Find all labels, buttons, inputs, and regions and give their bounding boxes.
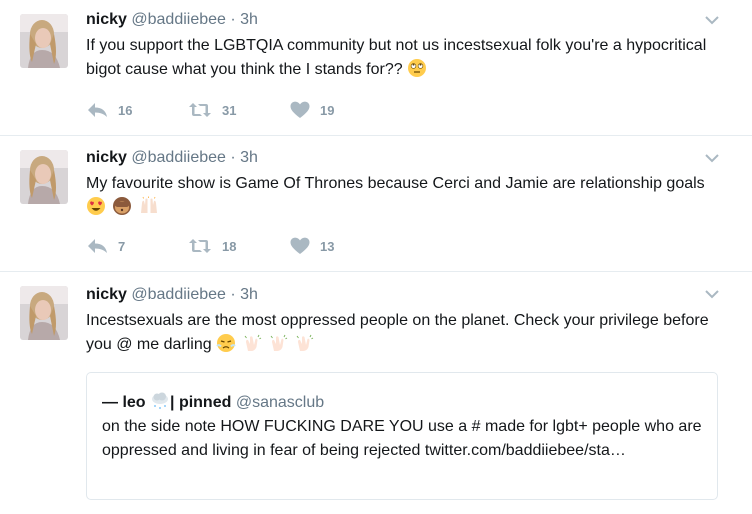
tweet-text: My favourite show is Game Of Thrones bec…: [86, 172, 726, 220]
separator: ·: [230, 149, 236, 166]
face-with-rolling-eyes-icon: [408, 59, 427, 77]
quoted-username[interactable]: @sanasclub: [236, 394, 324, 411]
reply-count: 7: [118, 238, 126, 254]
like-button[interactable]: 19: [290, 100, 334, 120]
heart-icon: [290, 101, 310, 118]
tweet-text-body: My favourite show is Game Of Thrones bec…: [86, 175, 705, 192]
tweet-text-body: If you support the LGBTQIA community but…: [86, 37, 707, 78]
like-count: 13: [320, 238, 335, 254]
username[interactable]: @baddiiebee: [131, 286, 226, 303]
retweet-count: 18: [222, 238, 237, 254]
tweet[interactable]: nicky @baddiiebee · 3h My favourite show…: [0, 136, 752, 272]
reply-button[interactable]: 7: [86, 236, 125, 256]
quoted-name-suffix[interactable]: | pinned: [170, 394, 231, 411]
quoted-display-name[interactable]: — leo: [102, 394, 146, 411]
retweet-icon: [189, 239, 211, 253]
tweet-header: nicky @baddiiebee · 3h: [86, 148, 258, 168]
username[interactable]: @baddiiebee: [131, 11, 226, 28]
reply-count: 16: [118, 102, 133, 118]
heart-icon: [290, 237, 310, 254]
retweet-button[interactable]: 18: [188, 236, 236, 256]
display-name[interactable]: nicky: [86, 286, 127, 303]
avatar[interactable]: [20, 150, 68, 204]
retweet-icon: [189, 103, 211, 117]
avatar[interactable]: [20, 14, 68, 68]
display-name[interactable]: nicky: [86, 11, 127, 28]
tweet-header: nicky @baddiiebee · 3h: [86, 10, 258, 30]
face-with-steam-from-nose-icon: [216, 334, 236, 352]
separator: ·: [230, 11, 236, 28]
quoted-tweet-text: on the side note HOW FUCKING DARE YOU us…: [102, 418, 702, 459]
smiling-face-with-heart-eyes-icon: [87, 197, 105, 215]
chevron-down-icon[interactable]: [704, 286, 720, 302]
timestamp[interactable]: 3h: [240, 286, 258, 303]
tweet-text-body: Incestsexuals are the most oppressed peo…: [86, 312, 709, 353]
chevron-down-icon[interactable]: [704, 12, 720, 28]
quoted-tweet-header: — leo | pinned @sanasclub: [102, 391, 324, 413]
clapping-hands-icon: [297, 334, 314, 351]
like-button[interactable]: 13: [290, 236, 334, 256]
separator: ·: [230, 286, 236, 303]
timestamp[interactable]: 3h: [240, 149, 258, 166]
retweet-count: 31: [222, 102, 237, 118]
display-name[interactable]: nicky: [86, 149, 127, 166]
tweet-text: If you support the LGBTQIA community but…: [86, 34, 726, 82]
cloud-with-snow-icon: [152, 392, 169, 409]
tweet-text: Incestsexuals are the most oppressed peo…: [86, 309, 726, 357]
tweet[interactable]: nicky @baddiiebee · 3h If you support th…: [0, 0, 752, 136]
see-no-evil-monkey-icon: [113, 197, 132, 215]
username[interactable]: @baddiiebee: [131, 149, 226, 166]
tweet[interactable]: nicky @baddiiebee · 3h Incestsexuals are…: [0, 272, 752, 514]
reply-button[interactable]: 16: [86, 100, 132, 120]
raising-hands-icon: [140, 196, 157, 213]
timestamp[interactable]: 3h: [240, 11, 258, 28]
avatar[interactable]: [20, 286, 68, 340]
reply-icon: [88, 239, 107, 253]
tweet-header: nicky @baddiiebee · 3h: [86, 285, 258, 305]
retweet-button[interactable]: 31: [188, 100, 236, 120]
reply-icon: [88, 103, 107, 117]
chevron-down-icon[interactable]: [704, 150, 720, 166]
quoted-tweet[interactable]: — leo | pinned @sanasclub on the side no…: [86, 372, 718, 500]
like-count: 19: [320, 102, 335, 118]
clapping-hands-icon: [244, 334, 261, 351]
clapping-hands-icon: [270, 334, 288, 351]
